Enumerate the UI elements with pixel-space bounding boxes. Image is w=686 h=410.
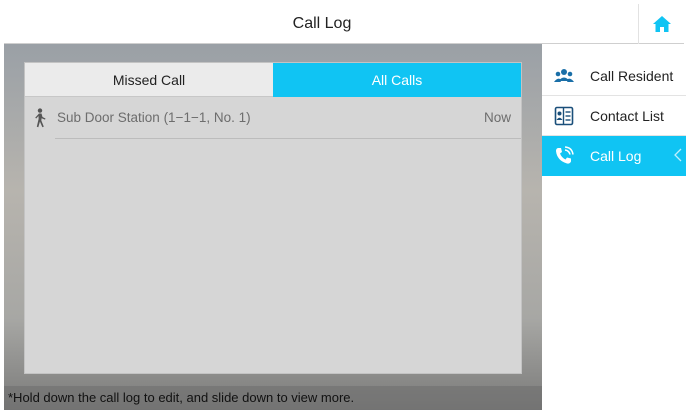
home-icon bbox=[652, 16, 671, 32]
sidebar: Call Resident Contact List Call Log bbox=[542, 44, 686, 410]
sidebar-item-call-log[interactable]: Call Log bbox=[542, 136, 686, 176]
hint-text: *Hold down the call log to edit, and sli… bbox=[4, 386, 542, 410]
header-bar: Call Log bbox=[4, 4, 684, 44]
chevron-left-icon bbox=[674, 148, 682, 167]
phone-log-icon bbox=[554, 146, 574, 166]
contact-book-icon bbox=[554, 106, 574, 126]
call-log-card: Missed Call All Calls Sub Door Station (… bbox=[24, 62, 522, 374]
tab-missed-call[interactable]: Missed Call bbox=[25, 63, 273, 97]
person-walking-icon bbox=[33, 108, 47, 133]
main-panel: Missed Call All Calls Sub Door Station (… bbox=[4, 44, 542, 410]
residents-icon bbox=[554, 66, 574, 86]
sidebar-item-label: Contact List bbox=[590, 108, 664, 124]
sidebar-item-call-resident[interactable]: Call Resident bbox=[542, 56, 686, 96]
call-tabs: Missed Call All Calls bbox=[25, 63, 521, 97]
call-log-row[interactable]: Sub Door Station (1−1−1, No. 1) Now bbox=[25, 97, 521, 139]
sidebar-item-label: Call Log bbox=[590, 148, 642, 164]
row-divider bbox=[55, 138, 521, 139]
sidebar-item-label: Call Resident bbox=[590, 68, 674, 84]
home-button[interactable] bbox=[638, 4, 684, 44]
caller-name: Sub Door Station (1−1−1, No. 1) bbox=[57, 110, 251, 125]
tab-all-calls[interactable]: All Calls bbox=[273, 63, 521, 97]
call-time: Now bbox=[483, 110, 511, 125]
page-title: Call Log bbox=[292, 15, 352, 32]
sidebar-item-contact-list[interactable]: Contact List bbox=[542, 96, 686, 136]
